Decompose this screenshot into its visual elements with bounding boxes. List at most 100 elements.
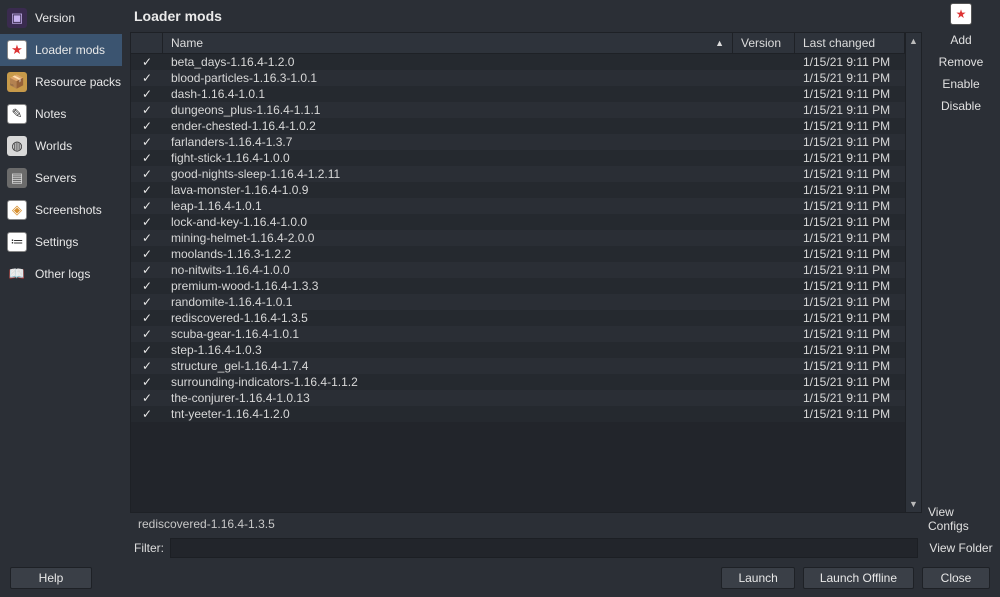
col-last-changed[interactable]: Last changed: [795, 33, 905, 53]
sidebar-item-version[interactable]: ▣Version: [0, 2, 122, 34]
row-check[interactable]: ✓: [131, 119, 163, 133]
table-row[interactable]: ✓lava-monster-1.16.4-1.0.9 1/15/21 9:11 P…: [131, 182, 905, 198]
filter-label: Filter:: [134, 541, 164, 555]
row-check[interactable]: ✓: [131, 135, 163, 149]
row-check[interactable]: ✓: [131, 151, 163, 165]
row-check[interactable]: ✓: [131, 375, 163, 389]
table-row[interactable]: ✓ender-chested-1.16.4-1.0.21/15/21 9:11 …: [131, 118, 905, 134]
sidebar-item-screenshots[interactable]: ◈ Screenshots: [0, 194, 122, 226]
table-row[interactable]: ✓leap-1.16.4-1.0.11/15/21 9:11 PM: [131, 198, 905, 214]
row-check[interactable]: ✓: [131, 391, 163, 405]
table-row[interactable]: ✓moolands-1.16.3-1.2.21/15/21 9:11 PM: [131, 246, 905, 262]
sidebar-item-label: Worlds: [35, 139, 72, 153]
row-changed: 1/15/21 9:11 PM: [795, 279, 905, 293]
table-row[interactable]: ✓good-nights-sleep-1.16.4-1.2.111/15/21 …: [131, 166, 905, 182]
table-row[interactable]: ✓the-conjurer-1.16.4-1.0.131/15/21 9:11 …: [131, 390, 905, 406]
row-changed: 1/15/21 9:11 PM: [795, 359, 905, 373]
row-check[interactable]: ✓: [131, 295, 163, 309]
row-check[interactable]: ✓: [131, 87, 163, 101]
row-check[interactable]: ✓: [131, 247, 163, 261]
sidebar-item-servers[interactable]: ▤ Servers: [0, 162, 122, 194]
sidebar-item-worlds[interactable]: ◍Worlds: [0, 130, 122, 162]
scroll-down-icon[interactable]: ▼: [906, 496, 921, 512]
servers-icon: ▤: [7, 168, 27, 188]
row-check[interactable]: ✓: [131, 263, 163, 277]
scroll-up-icon[interactable]: ▲: [906, 33, 921, 49]
launch-offline-button[interactable]: Launch Offline: [803, 567, 914, 589]
filter-input[interactable]: [170, 538, 918, 558]
table-row[interactable]: ✓surrounding-indicators-1.16.4-1.1.21/15…: [131, 374, 905, 390]
favorite-button[interactable]: ★: [950, 3, 972, 25]
row-check[interactable]: ✓: [131, 199, 163, 213]
sidebar-item-label: Version: [35, 11, 75, 25]
star-icon: ★: [7, 40, 27, 60]
table-row[interactable]: ✓beta_days-1.16.4-1.2.01/15/21 9:11 PM: [131, 54, 905, 70]
table-row[interactable]: ✓rediscovered-1.16.4-1.3.51/15/21 9:11 P…: [131, 310, 905, 326]
sidebar-item-settings[interactable]: ≔Settings: [0, 226, 122, 258]
col-check[interactable]: [131, 33, 163, 53]
col-changed-label: Last changed: [803, 36, 875, 50]
row-changed: 1/15/21 9:11 PM: [795, 263, 905, 277]
table-row[interactable]: ✓farlanders-1.16.4-1.3.71/15/21 9:11 PM: [131, 134, 905, 150]
row-check[interactable]: ✓: [131, 71, 163, 85]
row-name: step-1.16.4-1.0.3: [163, 343, 733, 357]
row-check[interactable]: ✓: [131, 311, 163, 325]
row-check[interactable]: ✓: [131, 279, 163, 293]
row-check[interactable]: ✓: [131, 407, 163, 421]
view-folder-button[interactable]: View Folder: [929, 541, 992, 555]
row-name: good-nights-sleep-1.16.4-1.2.11: [163, 167, 733, 181]
vertical-scrollbar[interactable]: ▲ ▼: [905, 33, 921, 512]
row-name: beta_days-1.16.4-1.2.0: [163, 55, 733, 69]
table-row[interactable]: ✓premium-wood-1.16.4-1.3.31/15/21 9:11 P…: [131, 278, 905, 294]
table-row[interactable]: ✓no-nitwits-1.16.4-1.0.01/15/21 9:11 PM: [131, 262, 905, 278]
disable-button[interactable]: Disable: [941, 99, 981, 113]
row-name: lock-and-key-1.16.4-1.0.0: [163, 215, 733, 229]
launch-button[interactable]: Launch: [721, 567, 794, 589]
row-check[interactable]: ✓: [131, 55, 163, 69]
col-name[interactable]: Name ▲: [163, 33, 733, 53]
table-row[interactable]: ✓randomite-1.16.4-1.0.11/15/21 9:11 PM: [131, 294, 905, 310]
table-body: ✓beta_days-1.16.4-1.2.01/15/21 9:11 PM✓b…: [131, 54, 905, 512]
col-version[interactable]: Version: [733, 33, 795, 53]
mods-table: Name ▲ Version Last changed ✓beta_days-1…: [130, 32, 922, 513]
sidebar-item-loader-mods[interactable]: ★Loader mods: [0, 34, 122, 66]
row-name: lava-monster-1.16.4-1.0.9: [163, 183, 733, 197]
row-check[interactable]: ✓: [131, 103, 163, 117]
row-check[interactable]: ✓: [131, 215, 163, 229]
table-row[interactable]: ✓dungeons_plus-1.16.4-1.1.11/15/21 9:11 …: [131, 102, 905, 118]
close-button[interactable]: Close: [922, 567, 990, 589]
row-check[interactable]: ✓: [131, 167, 163, 181]
col-name-label: Name: [171, 36, 203, 50]
row-check[interactable]: ✓: [131, 183, 163, 197]
table-row[interactable]: ✓tnt-yeeter-1.16.4-1.2.01/15/21 9:11 PM: [131, 406, 905, 422]
row-changed: 1/15/21 9:11 PM: [795, 183, 905, 197]
sidebar-item-label: Servers: [35, 171, 76, 185]
table-row[interactable]: ✓fight-stick-1.16.4-1.0.01/15/21 9:11 PM: [131, 150, 905, 166]
sidebar-item-label: Settings: [35, 235, 78, 249]
table-row[interactable]: ✓structure_gel-1.16.4-1.7.41/15/21 9:11 …: [131, 358, 905, 374]
sidebar-item-label: Screenshots: [35, 203, 102, 217]
table-row[interactable]: ✓blood-particles-1.16.3-1.0.11/15/21 9:1…: [131, 70, 905, 86]
add-button[interactable]: Add: [950, 33, 971, 47]
help-button[interactable]: Help: [10, 567, 92, 589]
row-name: moolands-1.16.3-1.2.2: [163, 247, 733, 261]
col-version-label: Version: [741, 36, 781, 50]
view-configs-button[interactable]: View Configs: [928, 505, 994, 533]
row-check[interactable]: ✓: [131, 231, 163, 245]
row-name: the-conjurer-1.16.4-1.0.13: [163, 391, 733, 405]
table-row[interactable]: ✓scuba-gear-1.16.4-1.0.11/15/21 9:11 PM: [131, 326, 905, 342]
table-row[interactable]: ✓lock-and-key-1.16.4-1.0.01/15/21 9:11 P…: [131, 214, 905, 230]
enable-button[interactable]: Enable: [942, 77, 979, 91]
sidebar-item-resource-packs[interactable]: 📦Resource packs: [0, 66, 122, 98]
remove-button[interactable]: Remove: [939, 55, 984, 69]
shots-icon: ◈: [7, 200, 27, 220]
table-row[interactable]: ✓mining-helmet-1.16.4-2.0.01/15/21 9:11 …: [131, 230, 905, 246]
sidebar-item-notes[interactable]: ✎Notes: [0, 98, 122, 130]
table-row[interactable]: ✓step-1.16.4-1.0.31/15/21 9:11 PM: [131, 342, 905, 358]
row-check[interactable]: ✓: [131, 327, 163, 341]
sidebar-item-other-logs[interactable]: 📖Other logs: [0, 258, 122, 290]
row-check[interactable]: ✓: [131, 343, 163, 357]
row-check[interactable]: ✓: [131, 359, 163, 373]
table-row[interactable]: ✓dash-1.16.4-1.0.11/15/21 9:11 PM: [131, 86, 905, 102]
content-column: Loader mods Name ▲ Version Last changed …: [122, 0, 922, 561]
